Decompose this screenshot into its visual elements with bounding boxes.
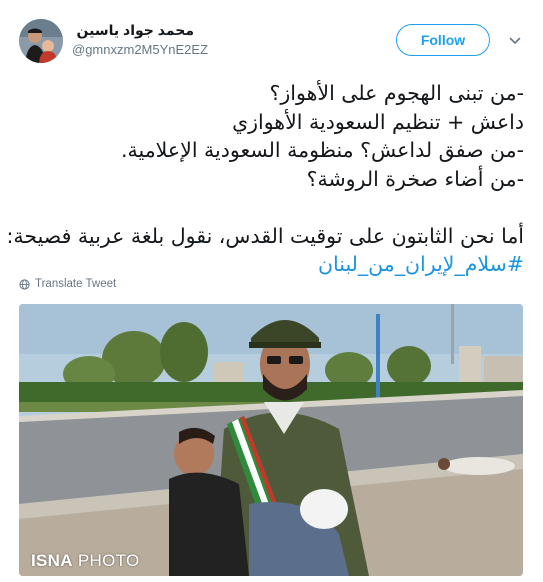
photo-illustration xyxy=(19,304,523,576)
tweet-text-line: -من تبنى الهجوم على الأهواز؟ xyxy=(269,81,525,105)
hashtag-line: #سلام_لإيران_من_لبنان xyxy=(19,250,524,279)
chevron-down-icon[interactable] xyxy=(508,34,522,48)
watermark-light: PHOTO xyxy=(72,551,140,570)
tweet-text-line: -من أضاء صخرة الروشة؟ xyxy=(306,166,524,191)
avatar[interactable] xyxy=(19,19,63,63)
tweet-text-line: -من صفق لداعش؟ منظومة السعودية الإعلامية… xyxy=(121,138,524,162)
tweet-text-line: أما نحن الثابتون على توقيت القدس، نقول ب… xyxy=(6,223,524,248)
translate-tweet-link[interactable]: Translate Tweet xyxy=(19,278,116,290)
author-handle[interactable]: @gmnxzm2M5YnE2EZ xyxy=(72,42,208,57)
avatar-image xyxy=(19,19,63,63)
watermark-bold: ISNA xyxy=(31,551,73,570)
photo-watermark: ISNA PHOTO xyxy=(31,551,140,571)
tweet-photo[interactable]: ISNA PHOTO xyxy=(19,304,523,576)
tweet-text-line: داعش + تنظيم السعودية الأهوازي xyxy=(232,109,524,134)
follow-button[interactable]: Follow xyxy=(396,24,490,56)
author-display-name[interactable]: محمد جواد یاسین xyxy=(74,22,194,39)
tweet-text: -من تبنى الهجوم على الأهواز؟ داعش + تنظي… xyxy=(6,79,525,279)
translate-label: Translate Tweet xyxy=(35,278,117,290)
globe-icon xyxy=(19,278,30,290)
hashtag-link[interactable]: #سلام_لإيران_من_لبنان xyxy=(318,252,524,276)
tweet-card: محمد جواد یاسین @gmnxzm2M5YnE2EZ Follow … xyxy=(0,0,543,582)
